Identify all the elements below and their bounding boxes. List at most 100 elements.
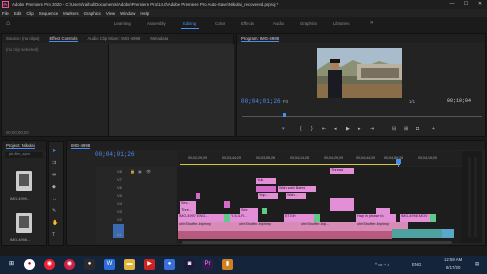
timeline-timecode[interactable]: 00;04;01;26 [95,151,135,158]
track-label-v8[interactable]: V8 [117,169,122,174]
go-to-out-icon[interactable]: ⇥ [370,126,374,132]
stream-icon[interactable]: ▶ [144,259,155,270]
pen-tool-icon[interactable]: ✎ [52,208,56,214]
track-label-a1[interactable]: A1 [117,232,122,237]
ripple-edit-tool-icon[interactable]: ⇹ [52,172,56,178]
project-search-field[interactable]: ph-film_sync [5,152,43,158]
audio-clip[interactable] [442,229,454,238]
track-label-v4[interactable]: V4 [117,201,122,206]
menu-markers[interactable]: Markers [63,11,79,16]
menu-file[interactable]: File [2,11,9,16]
tab-audio-clip-mixer[interactable]: Audio Clip Mixer: IMG-4998 [88,36,141,41]
files-icon[interactable]: ▬ [124,259,135,270]
track-label-v6[interactable]: V6 [117,185,122,190]
minimize-button[interactable]: — [445,0,459,9]
program-timecode[interactable]: 00;04;01;26 [241,98,281,105]
clip[interactable]: Thread [330,168,354,174]
notification-icon[interactable]: ▤ [475,261,479,267]
mark-in-icon[interactable]: { [300,126,302,132]
step-back-icon[interactable]: ◂ [334,126,337,132]
track-label-v5[interactable]: V5 [117,193,122,198]
menu-clip[interactable]: Clip [26,11,33,16]
workspace-color[interactable]: Color [215,21,225,26]
extract-icon[interactable]: ⊞ [404,126,408,132]
project-item-thumb-1[interactable] [16,171,32,191]
playhead-handle[interactable] [396,159,401,164]
play-icon[interactable]: ▶ [346,126,350,132]
lift-icon[interactable]: ⊟ [392,126,396,132]
mark-out-icon[interactable]: } [311,126,313,132]
tray-icons[interactable]: ^ ▭ ◔ ♪ [375,262,389,268]
windows-start-icon[interactable]: ⊞ [6,259,17,270]
mail-icon[interactable]: ◉ [64,259,75,270]
people-icon[interactable]: ● [164,259,175,270]
clip[interactable]: ETGH [284,214,314,222]
menu-edit[interactable]: Edit [14,11,21,16]
razor-tool-icon[interactable]: ◆ [52,184,56,190]
audio-clip[interactable] [178,231,392,239]
clip[interactable]: IMG-4997.MOV [178,214,196,222]
workspace-libraries[interactable]: Libraries [333,21,349,26]
go-to-in-icon[interactable]: ⇤ [322,126,326,132]
clip[interactable]: Wah wah Bales [278,186,316,192]
work-area-bar[interactable] [180,164,400,165]
track-label-v3[interactable]: V3 [117,209,122,214]
step-forward-icon[interactable]: ▸ [358,126,361,132]
marker-icon[interactable]: ▾ [282,126,285,132]
clip[interactable] [196,193,200,199]
close-button[interactable]: ✕ [473,0,487,9]
fit-dropdown[interactable]: Fit [283,99,288,104]
workspace-audio[interactable]: Audio [273,21,284,26]
timeline-scrollbar[interactable] [182,241,452,244]
android-icon[interactable]: ● [84,259,95,270]
tab-sequence[interactable]: IMG-4998 [71,143,91,149]
workspace-effects[interactable]: Effects [241,21,254,26]
program-playhead[interactable] [283,113,286,117]
audio-clip[interactable]: ohhShuffer-bip... [300,222,356,231]
track-select-tool-icon[interactable]: ⇉ [52,160,56,166]
maximize-button[interactable]: ☐ [459,0,473,9]
clip[interactable] [430,214,436,222]
workspace-editing[interactable]: Editing [183,21,196,26]
workspace-graphics[interactable]: Graphics [300,21,317,26]
clock-time[interactable]: 12:59 AM [444,257,462,262]
menu-graphics[interactable]: Graphics [84,11,101,16]
audio-clip[interactable]: ohhShuffer-biprimp [238,222,300,231]
clip[interactable] [262,208,267,214]
language-indicator[interactable]: ENG [412,262,421,267]
clip[interactable]: Hap in phase fo [356,214,396,222]
clip[interactable] [330,205,354,211]
camera-icon[interactable]: ◘ [416,126,419,132]
menu-help[interactable]: Help [140,11,149,16]
tab-source[interactable]: Source: (no clips) [6,36,39,41]
tab-program[interactable]: Program: IMG-4998 [241,36,279,42]
folder-icon[interactable]: ▮ [222,259,233,270]
premiere-icon[interactable]: Pr [202,259,213,270]
clock-date[interactable]: 8/17/20 [446,265,460,270]
audio-clip[interactable] [392,229,442,238]
menu-view[interactable]: View [106,11,115,16]
menu-sequence[interactable]: Sequence [39,11,58,16]
more-workspaces-button[interactable]: » [370,20,373,26]
clip[interactable] [256,186,276,192]
search-icon[interactable]: ● [24,259,35,270]
slip-tool-icon[interactable]: ↔ [52,196,57,202]
audio-clip[interactable]: ohhShuffer-biprimp [178,222,238,231]
word-icon[interactable]: W [104,259,115,270]
clip[interactable] [314,214,320,222]
home-icon[interactable]: ⌂ [6,20,14,28]
clip[interactable]: Sev... [180,201,196,208]
clip[interactable]: IMG-4998.MOV [400,214,430,222]
clip[interactable]: Wah... [286,193,306,199]
clip[interactable]: Y-5-4-R... [230,214,258,222]
tab-effect-controls[interactable]: Effect Controls [49,36,78,42]
track-label-v2[interactable]: V2 [117,217,122,222]
program-scrubber[interactable] [242,116,482,117]
playback-resolution[interactable]: 1/1 [409,99,415,104]
chrome-icon[interactable]: ◉ [44,259,55,270]
workspace-learning[interactable]: Learning [114,21,131,26]
plus-icon[interactable]: + [432,126,435,132]
premiere-icon[interactable]: ◙ [184,259,195,270]
tab-project[interactable]: Project: Nikolai [6,143,35,149]
workspace-assembly[interactable]: Assembly [147,21,166,26]
